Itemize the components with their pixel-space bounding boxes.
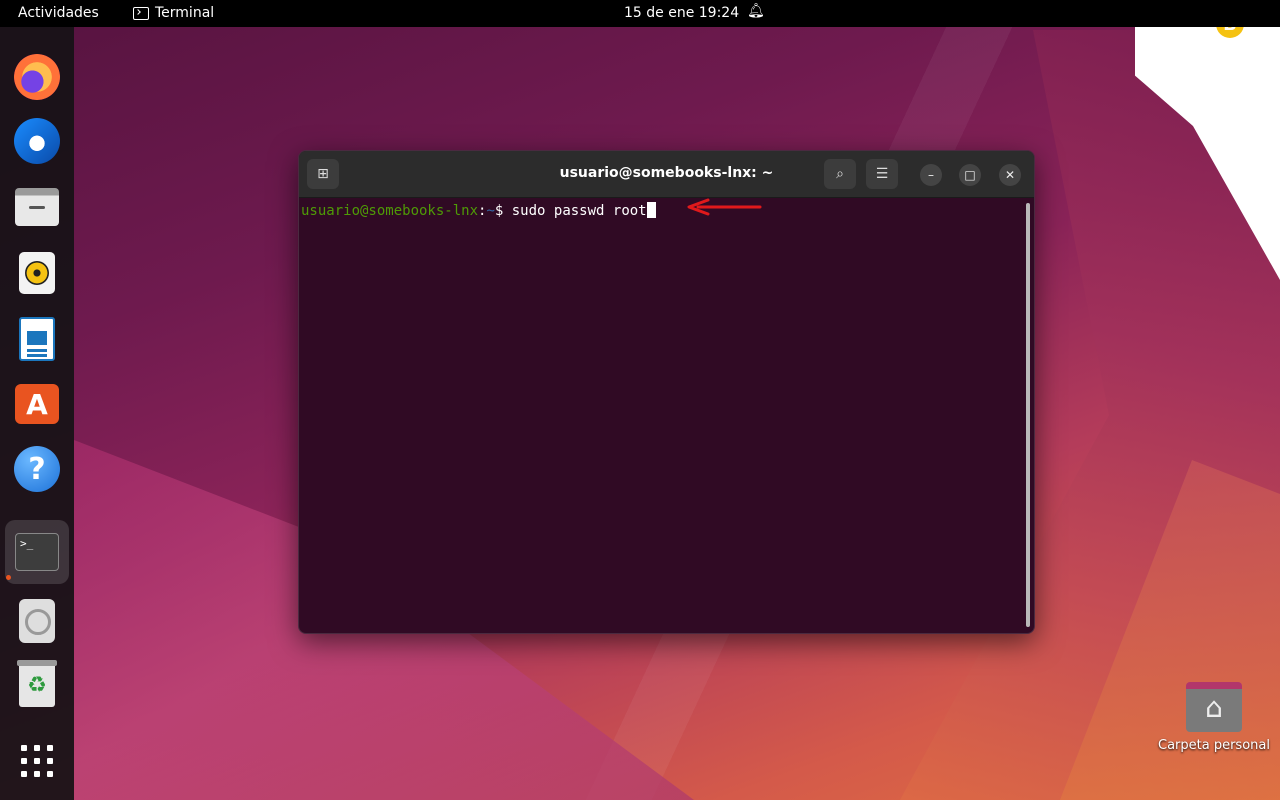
dock-item-trash[interactable]: ♻ [5, 653, 69, 717]
app-grid-icon [21, 745, 53, 777]
thunderbird-icon [14, 118, 60, 164]
desktop-home-folder[interactable]: Carpeta personal [1152, 682, 1276, 753]
disc-icon [19, 599, 55, 643]
terminal-icon: >_ [15, 533, 59, 571]
maximize-button[interactable]: □ [959, 164, 981, 186]
dock-item-software[interactable]: A [5, 372, 69, 436]
home-folder-icon [1186, 682, 1242, 732]
help-icon: ? [14, 446, 60, 492]
desktop-folder-label: Carpeta personal [1158, 738, 1270, 753]
notification-bell-icon[interactable]: 🔔︎ [747, 3, 765, 19]
dock-item-terminal[interactable]: >_ [5, 520, 69, 584]
firefox-icon [14, 54, 60, 100]
rhythmbox-icon [19, 252, 55, 294]
prompt-path: ~ [486, 203, 495, 219]
minimize-icon: – [928, 168, 934, 182]
dock-item-thunderbird[interactable] [5, 109, 69, 173]
top-bar: Actividades Terminal 15 de ene 19:24 🔔︎ [0, 0, 1280, 27]
terminal-window: ⊞ usuario@somebooks-lnx: ~ ⌕ ☰ – □ ✕ usu… [298, 150, 1035, 634]
window-headerbar: ⊞ usuario@somebooks-lnx: ~ ⌕ ☰ – □ ✕ [299, 151, 1034, 198]
prompt-symbol: $ [494, 203, 512, 219]
dock-item-firefox[interactable] [5, 45, 69, 109]
running-indicator [6, 575, 11, 580]
annotation-arrow-icon [687, 198, 762, 216]
dock-item-show-apps[interactable] [5, 729, 69, 793]
activities-button[interactable]: Actividades [18, 5, 99, 21]
text-cursor [646, 202, 656, 218]
dock-item-writer[interactable] [5, 307, 69, 371]
command-text: sudo passwd root [511, 203, 647, 219]
app-menu[interactable]: Terminal [133, 5, 214, 21]
terminal-icon [133, 6, 149, 20]
dock-item-help[interactable]: ? [5, 437, 69, 501]
software-store-icon: A [15, 384, 59, 424]
dock-item-files[interactable] [5, 175, 69, 239]
clock[interactable]: 15 de ene 19:24 [624, 5, 739, 21]
app-menu-label: Terminal [155, 5, 215, 21]
scrollbar[interactable] [1026, 203, 1030, 627]
hamburger-menu-icon: ☰ [875, 166, 889, 182]
minimize-button[interactable]: – [920, 164, 942, 186]
trash-icon: ♻ [17, 660, 57, 707]
dock-item-rhythmbox[interactable] [5, 241, 69, 305]
writer-icon [19, 317, 55, 361]
search-button[interactable]: ⌕ [824, 159, 856, 189]
menu-button[interactable]: ☰ [866, 159, 898, 189]
terminal-content[interactable]: usuario@somebooks-lnx:~$ sudo passwd roo… [299, 198, 1034, 633]
dock: A ? >_ ♻ [0, 27, 74, 800]
close-button[interactable]: ✕ [999, 164, 1021, 186]
search-icon: ⌕ [836, 166, 844, 182]
dock-item-disc[interactable] [5, 589, 69, 653]
prompt-user: usuario@somebooks-lnx [301, 203, 479, 219]
maximize-icon: □ [964, 168, 976, 182]
close-icon: ✕ [1004, 168, 1016, 182]
files-icon [15, 188, 59, 226]
